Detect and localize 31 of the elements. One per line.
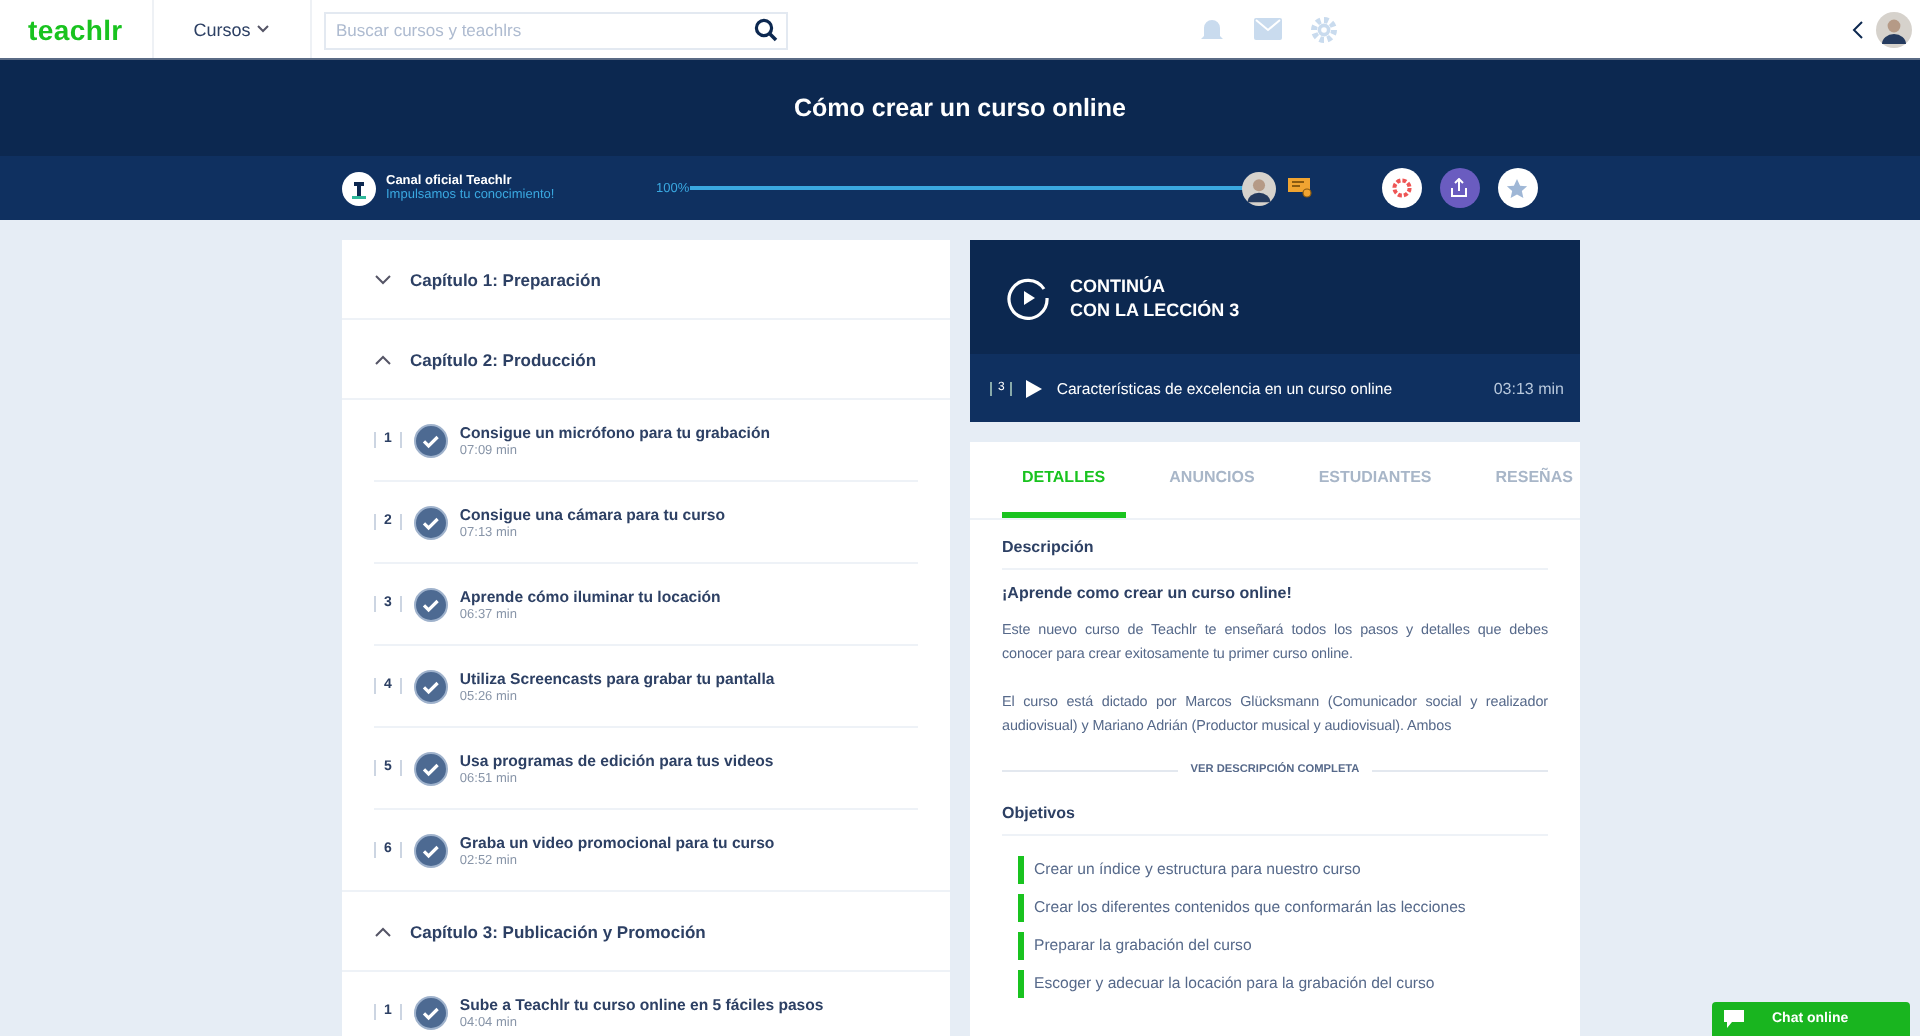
favorite-button[interactable] — [1497, 168, 1538, 208]
chapter-header[interactable]: Capítulo 2: Producción — [342, 320, 950, 400]
lesson-duration: 03:13 min — [1493, 379, 1564, 397]
share-icon — [1450, 178, 1469, 198]
certificate-icon[interactable] — [1287, 178, 1312, 198]
chevron-up-icon — [374, 353, 392, 365]
continue-heading: CONTINÚA — [1070, 273, 1167, 297]
courses-menu[interactable]: Cursos — [154, 19, 310, 39]
search-icon[interactable] — [754, 17, 778, 41]
description-intro: ¡Aprende como crear un curso online! — [1002, 584, 1294, 602]
chapter-header[interactable]: Capítulo 3: Publicación y Promoción — [342, 892, 950, 972]
course-title: Cómo crear un curso online — [793, 94, 1126, 122]
avatar-icon[interactable] — [1876, 11, 1912, 47]
play-icon — [1026, 379, 1043, 397]
chevron-left-icon[interactable] — [1852, 19, 1864, 39]
star-icon — [1506, 177, 1529, 199]
section-heading: Descripción — [1002, 520, 1548, 570]
help-button[interactable] — [1381, 168, 1422, 208]
chevron-up-icon — [374, 925, 392, 937]
search-field[interactable]: Buscar cursos y teachlrs — [324, 11, 788, 49]
avatar-icon — [1241, 171, 1276, 205]
play-circle-icon — [1006, 275, 1050, 319]
section-heading: Objetivos — [1002, 786, 1548, 836]
chat-bubble-icon — [1724, 1010, 1744, 1028]
chevron-down-icon — [374, 273, 392, 285]
share-button[interactable] — [1439, 168, 1480, 208]
channel-logo-icon[interactable] — [342, 171, 376, 205]
continue-heading: CON LA LECCIÓN 3 — [1070, 297, 1240, 321]
lifebuoy-icon — [1391, 178, 1412, 198]
chevron-down-icon — [256, 24, 271, 34]
chapter-header[interactable]: Capítulo 1: Preparación — [342, 240, 950, 320]
